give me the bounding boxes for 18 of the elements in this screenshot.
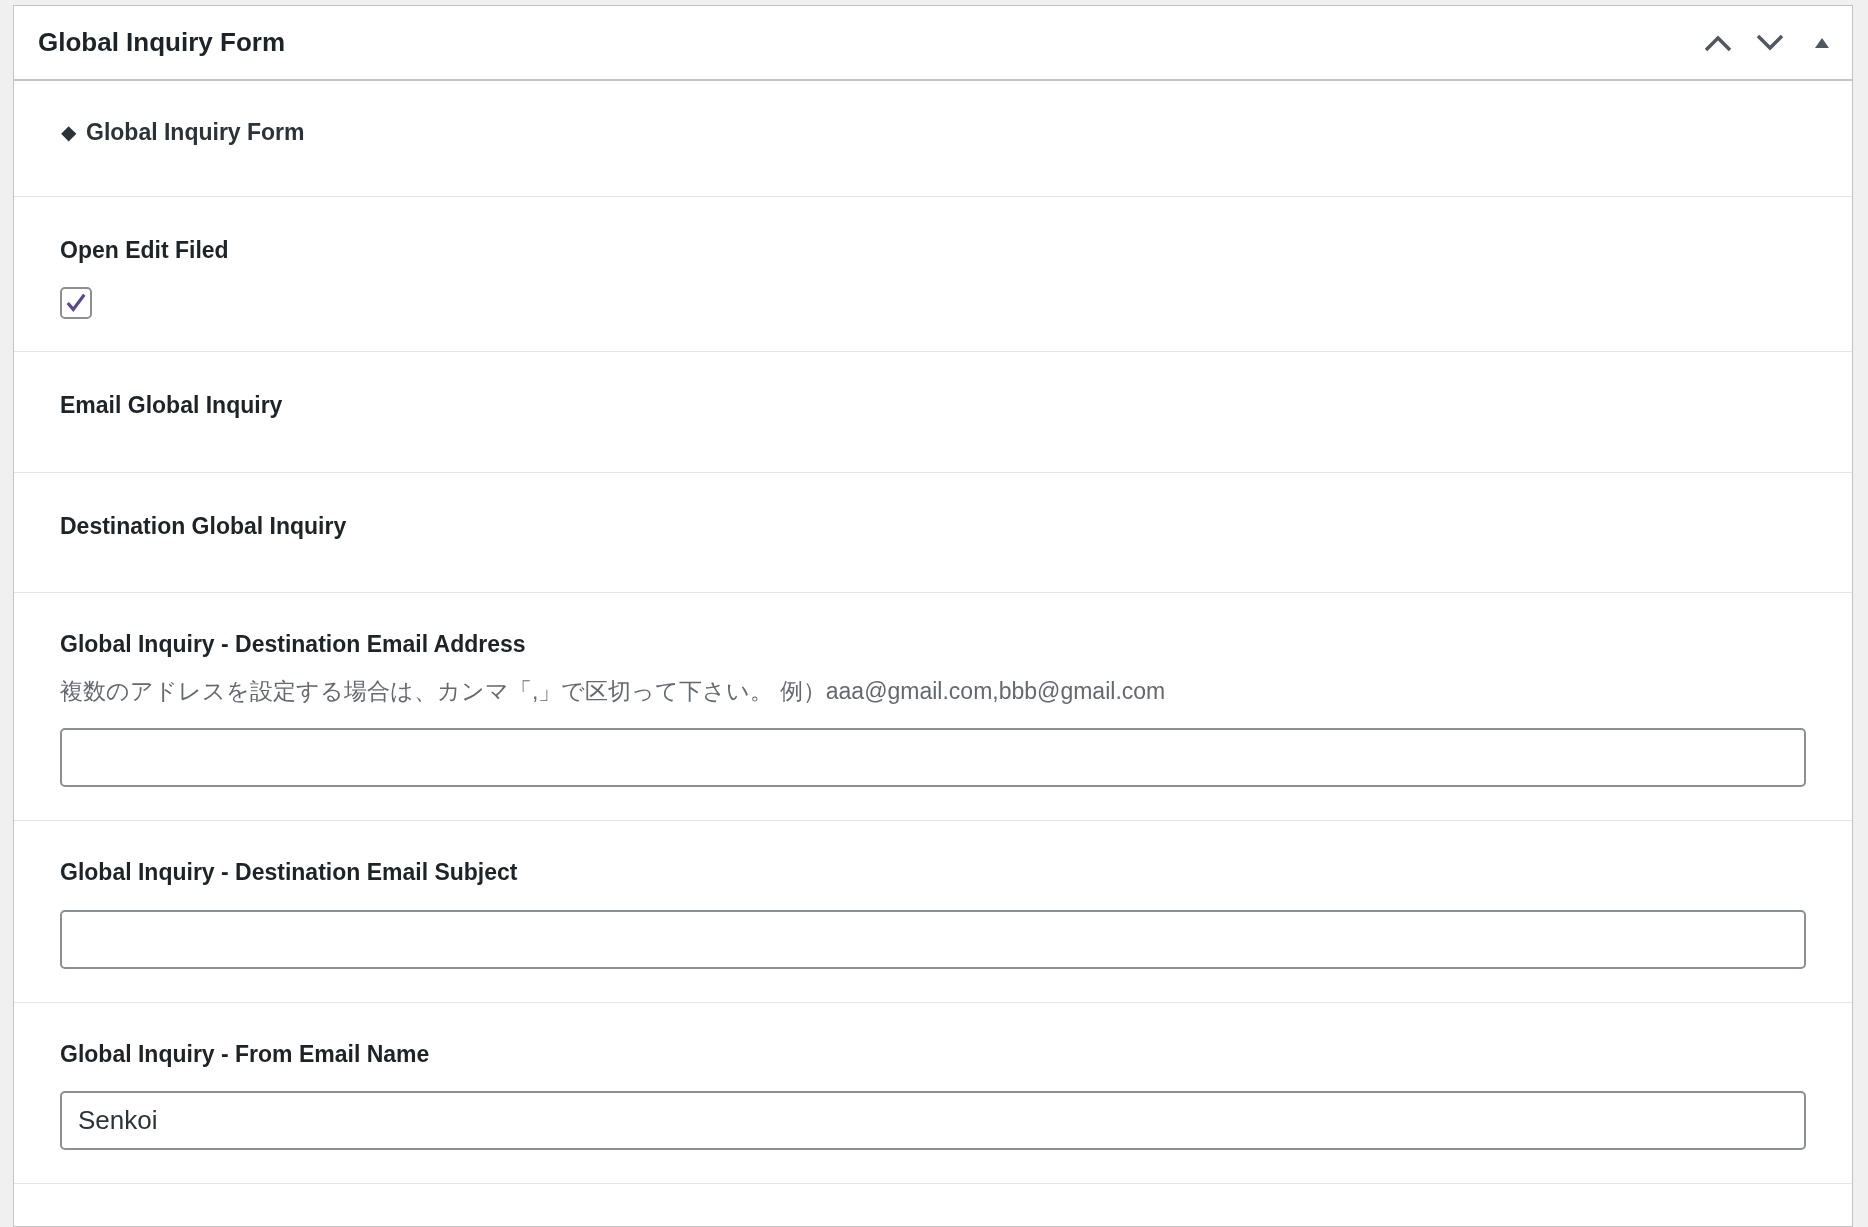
field-description: 複数のアドレスを設定する場合は、カンマ「,」で区切って下さい。 例）aaa@gmail.com,bbb@gmail.com bbox=[60, 676, 1167, 706]
diamond-icon: ◆ bbox=[61, 117, 76, 148]
chevron-up-icon bbox=[1704, 33, 1732, 52]
field-label: Email Global Inquiry bbox=[60, 391, 284, 420]
text-input-field[interactable] bbox=[60, 909, 1806, 969]
checkmark-icon bbox=[65, 292, 87, 314]
field-label: Global Inquiry - From Email Name bbox=[60, 1039, 431, 1069]
checkbox[interactable] bbox=[60, 287, 92, 319]
section-heading: Global Inquiry Form bbox=[86, 118, 305, 147]
field-label: Open Edit Filed bbox=[60, 235, 229, 265]
field-label: Global Inquiry - Destination Email Subject bbox=[60, 858, 519, 887]
field-label: Global Inquiry - Destination Email Address bbox=[60, 630, 527, 659]
text-input-field[interactable] bbox=[60, 728, 1806, 787]
triangle-up-icon bbox=[1814, 36, 1830, 49]
text-input-field[interactable]: Senkoi bbox=[60, 1091, 1806, 1150]
panel-title: Global Inquiry Form bbox=[38, 26, 285, 59]
chevron-down-icon bbox=[1756, 33, 1784, 52]
field-label: Destination Global Inquiry bbox=[60, 511, 348, 541]
